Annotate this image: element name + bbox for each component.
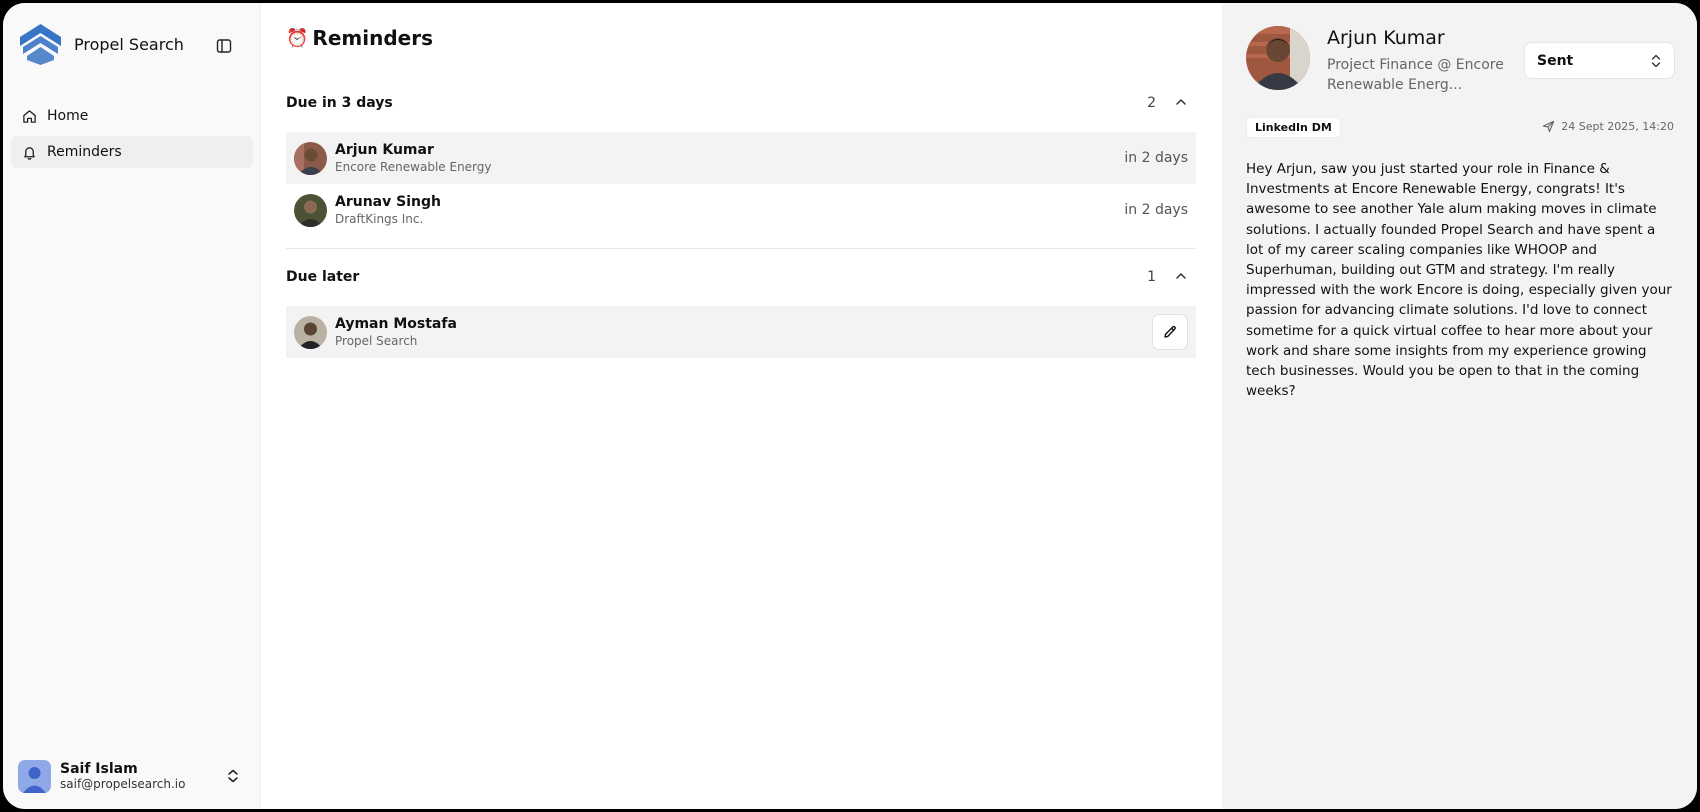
status-value: Sent	[1537, 52, 1574, 69]
user-email: saif@propelsearch.io	[60, 776, 186, 791]
page-title-text: Reminders	[312, 26, 433, 50]
sent-timestamp: 24 Sept 2025, 14:20	[1542, 120, 1674, 133]
avatar	[294, 193, 327, 227]
section-header-due-later[interactable]: Due later 1	[286, 265, 1196, 289]
list-item[interactable]: Arunav Singh DraftKings Inc. in 2 days	[286, 184, 1196, 236]
contact-name: Arunav Singh	[335, 193, 441, 210]
sidebar-item-home[interactable]: Home	[11, 100, 253, 132]
contact-title: Project Finance @ Encore Renewable Energ…	[1327, 57, 1504, 93]
avatar	[1246, 26, 1310, 90]
sent-at-text: 24 Sept 2025, 14:20	[1561, 120, 1674, 133]
list-item[interactable]: Ayman Mostafa Propel Search	[286, 306, 1196, 358]
brand[interactable]: Propel Search	[18, 22, 184, 67]
message-detail-pane: Arjun Kumar Project Finance @ Encore Ren…	[1222, 3, 1697, 809]
section-count: 1	[1147, 269, 1156, 285]
app-window: Propel Search Home Reminders Saif Islam …	[3, 3, 1697, 809]
home-icon	[21, 108, 37, 124]
section-count: 2	[1147, 95, 1156, 111]
contact-company: DraftKings Inc.	[335, 211, 424, 226]
user-menu[interactable]: Saif Islam saif@propelsearch.io	[18, 756, 248, 796]
app-name: Propel Search	[74, 35, 184, 54]
sidebar: Propel Search Home Reminders Saif Islam …	[3, 3, 261, 809]
section-title: Due in 3 days	[286, 95, 393, 111]
sidebar-item-reminders[interactable]: Reminders	[11, 136, 253, 168]
channel-badge: LinkedIn DM	[1246, 117, 1341, 138]
sidebar-nav: Home Reminders	[11, 100, 253, 172]
list-item[interactable]: Arjun Kumar Encore Renewable Energy in 2…	[286, 132, 1196, 184]
pencil-icon	[1164, 325, 1176, 338]
chevron-up-down-icon	[1651, 54, 1661, 68]
avatar	[294, 315, 327, 349]
page-title: ⏰ Reminders	[286, 26, 433, 50]
sidebar-item-label: Reminders	[47, 144, 122, 160]
user-name: Saif Islam	[60, 760, 138, 777]
contact-company: Propel Search	[335, 333, 418, 348]
avatar	[294, 141, 327, 175]
contact-name: Ayman Mostafa	[335, 315, 457, 332]
propel-logo-icon	[20, 24, 61, 65]
sidebar-toggle-icon[interactable]	[214, 36, 234, 56]
due-label: in 2 days	[1124, 150, 1188, 166]
edit-button[interactable]	[1152, 314, 1188, 350]
avatar	[18, 759, 51, 793]
contact-company: Encore Renewable Energy	[335, 159, 492, 174]
reminders-list-pane: ⏰ Reminders Due in 3 days 2 Arjun Kumar	[262, 3, 1221, 809]
divider	[286, 248, 1196, 249]
chevron-up-icon[interactable]	[1174, 95, 1188, 109]
status-select[interactable]: Sent	[1524, 42, 1675, 79]
chevron-up-down-icon	[228, 769, 238, 783]
message-body: Hey Arjun, saw you just started your rol…	[1246, 161, 1672, 400]
bell-icon	[21, 144, 37, 160]
due-label: in 2 days	[1124, 202, 1188, 218]
alarm-clock-icon: ⏰	[286, 27, 309, 49]
send-icon	[1543, 120, 1555, 133]
chevron-up-icon[interactable]	[1174, 269, 1188, 283]
contact-name: Arjun Kumar	[1327, 27, 1445, 49]
contact-name: Arjun Kumar	[335, 141, 434, 158]
section-title: Due later	[286, 269, 360, 285]
section-header-due-soon[interactable]: Due in 3 days 2	[286, 91, 1196, 115]
sidebar-item-label: Home	[47, 108, 89, 124]
